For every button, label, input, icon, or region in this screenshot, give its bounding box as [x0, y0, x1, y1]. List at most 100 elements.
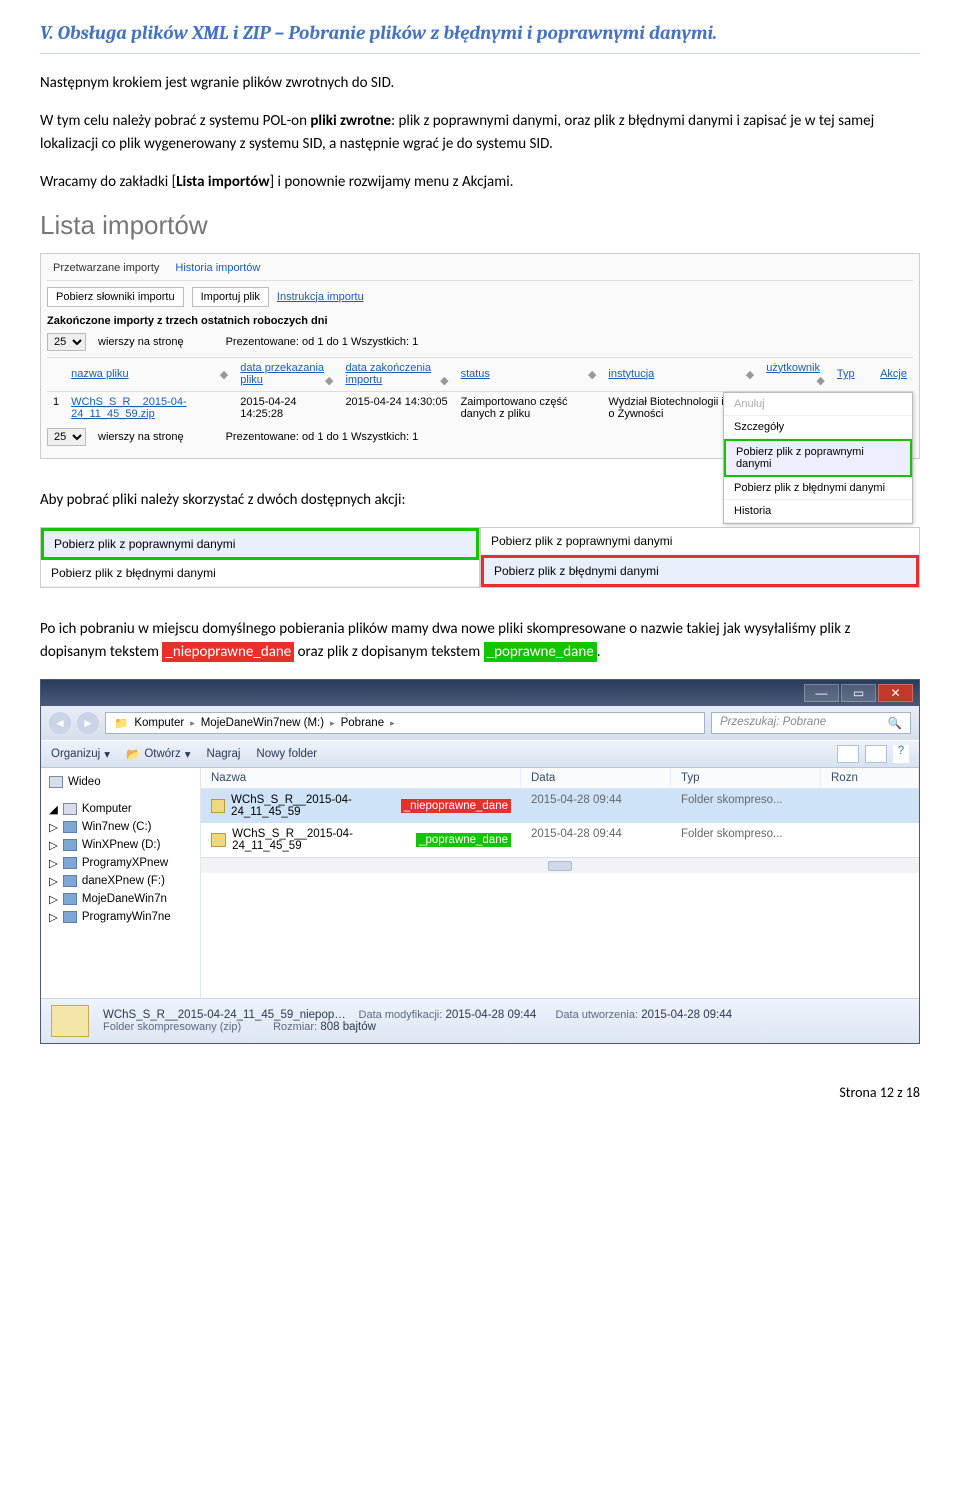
folder-icon: 📁: [114, 716, 128, 730]
col-date[interactable]: Data: [521, 768, 671, 788]
actions-right: Pobierz plik z poprawnymi danymi Pobierz…: [480, 527, 920, 588]
p5-b: _niepoprawne_dane: [162, 642, 294, 662]
horizontal-scrollbar[interactable]: [201, 857, 919, 873]
p5-c: oraz plik z dopisanym tekstem: [294, 643, 483, 661]
menu-pobierz-poprawne[interactable]: Pobierz plik z poprawnymi danymi: [724, 439, 912, 477]
tree-drive-0[interactable]: ▷Win7new (C:): [45, 818, 196, 836]
file-date-2: 2015-04-28 09:44: [521, 825, 671, 855]
status-filename: WChS_S_R__2015-04-24_11_45_59_niepop…: [103, 1009, 346, 1021]
tree-drive-3[interactable]: ▷daneXPnew (F:): [45, 872, 196, 890]
suffix-red: _niepoprawne_dane: [401, 799, 511, 813]
file-type-2: Folder skompreso...: [671, 825, 821, 855]
cell-date2: 2015-04-24 14:30:05: [339, 391, 454, 424]
presented-label-bottom: Prezentowane: od 1 do 1 Wszystkich: 1: [226, 431, 419, 443]
file-row-1[interactable]: WChS_S_R__2015-04-24_11_45_59_niepoprawn…: [201, 789, 919, 823]
tree-wideo[interactable]: Wideo: [45, 774, 196, 790]
row-idx: 1: [47, 391, 65, 424]
p1-text: Następnym krokiem jest wgranie plików zw…: [40, 74, 394, 92]
tree-drive-5[interactable]: ▷ProgramyWin7ne: [45, 908, 196, 926]
file-row-2[interactable]: WChS_S_R__2015-04-24_11_45_59_poprawne_d…: [201, 823, 919, 857]
maximize-button[interactable]: ▭: [841, 684, 876, 702]
imports-panel: Przetwarzane importy Historia importów P…: [40, 253, 920, 459]
action-poprawne-right[interactable]: Pobierz plik z poprawnymi danymi: [481, 528, 919, 555]
screenshot-two-actions: Pobierz plik z poprawnymi danymi Pobierz…: [40, 527, 920, 588]
tree-komputer[interactable]: ◢Komputer: [45, 800, 196, 818]
status-create-label: Data utworzenia:: [555, 1009, 638, 1021]
col-date2[interactable]: data zakończenia importu◆: [339, 357, 454, 391]
col-inst[interactable]: instytucja◆: [602, 357, 760, 391]
section-heading: V. Obsługa plików XML i ZIP – Pobranie p…: [40, 20, 920, 54]
paragraph-2: W tym celu należy pobrać z systemu POL-o…: [40, 110, 920, 155]
status-thumbnail-icon: [51, 1005, 89, 1037]
col-date1[interactable]: data przekazania pliku◆: [234, 357, 339, 391]
col-name[interactable]: Nazwa: [201, 768, 521, 788]
table-header-row: nazwa pliku◆ data przekazania pliku◆ dat…: [47, 357, 913, 391]
menu-szczegoly[interactable]: Szczegóły: [724, 416, 912, 439]
organize-button[interactable]: Organizuj ▾: [51, 747, 110, 761]
crumb-2[interactable]: MojeDaneWin7new (M:): [201, 717, 324, 729]
drive-icon: [63, 911, 77, 923]
col-name[interactable]: nazwa pliku◆: [65, 357, 234, 391]
import-instructions-link[interactable]: Instrukcja importu: [277, 291, 364, 303]
import-file-button[interactable]: Importuj plik: [192, 287, 269, 307]
tab-przetwarzane[interactable]: Przetwarzane importy: [53, 262, 159, 274]
toolbar: Pobierz słowniki importu Importuj plik I…: [47, 287, 913, 307]
nav-tree: Wideo ◢Komputer ▷Win7new (C:) ▷WinXPnew …: [41, 768, 201, 998]
col-actions: Akcje: [874, 357, 913, 391]
tree-drive-4[interactable]: ▷MojeDaneWin7n: [45, 890, 196, 908]
p5-d: _poprawne_dane: [484, 642, 597, 662]
action-bledne-left[interactable]: Pobierz plik z błędnymi danymi: [41, 560, 479, 587]
action-bledne-highlight-red[interactable]: Pobierz plik z błędnymi danymi: [481, 555, 919, 587]
search-input[interactable]: Przeszukaj: Pobrane 🔍: [711, 712, 911, 734]
tabs-bar: Przetwarzane importy Historia importów: [47, 260, 913, 281]
status-size-value: 808 bajtów: [320, 1021, 376, 1033]
close-button[interactable]: ✕: [878, 684, 913, 702]
command-bar: Organizuj ▾ 📂Otwórz ▾ Nagraj Nowy folder…: [41, 740, 919, 768]
preview-pane-button[interactable]: [865, 745, 887, 763]
video-icon: [49, 776, 63, 788]
col-type[interactable]: Typ: [671, 768, 821, 788]
drive-icon: [63, 821, 77, 833]
minimize-button[interactable]: —: [804, 684, 839, 702]
nav-back-button[interactable]: ◄: [49, 712, 71, 734]
scroll-thumb[interactable]: [548, 861, 572, 871]
tree-drive-2[interactable]: ▷ProgramyXPnew: [45, 854, 196, 872]
drive-icon: [63, 857, 77, 869]
tree-drive-1[interactable]: ▷WinXPnew (D:): [45, 836, 196, 854]
panel-title: Lista importów: [40, 210, 920, 241]
file-name-2: WChS_S_R__2015-04-24_11_45_59_poprawne_d…: [201, 825, 521, 855]
heading-text: V. Obsługa plików XML i ZIP – Pobranie p…: [40, 22, 717, 44]
status-mod-label: Data modyfikacji:: [359, 1009, 443, 1021]
cell-name[interactable]: WChS_S_R__2015-04-24_11_45_59.zip: [65, 391, 234, 424]
page-size-select-bottom[interactable]: 25: [47, 428, 86, 446]
open-button[interactable]: 📂Otwórz ▾: [126, 747, 191, 761]
new-folder-button[interactable]: Nowy folder: [256, 748, 317, 760]
actions-left: Pobierz plik z poprawnymi danymi Pobierz…: [40, 527, 480, 588]
menu-pobierz-bledne[interactable]: Pobierz plik z błędnymi danymi: [724, 477, 912, 500]
nav-forward-button[interactable]: ►: [77, 712, 99, 734]
actions-context-menu: Anuluj Szczegóły Pobierz plik z poprawny…: [723, 392, 913, 524]
drive-icon: [63, 893, 77, 905]
menu-historia[interactable]: Historia: [724, 500, 912, 523]
rows-per-page-label-bottom: wierszy na stronę: [98, 431, 184, 443]
paragraph-3: Wracamy do zakładki [Lista importów] i p…: [40, 171, 920, 194]
crumb-3[interactable]: Pobrane: [341, 717, 384, 729]
explorer-body: Wideo ◢Komputer ▷Win7new (C:) ▷WinXPnew …: [41, 768, 919, 998]
search-placeholder: Przeszukaj: Pobrane: [720, 716, 826, 728]
tab-historia[interactable]: Historia importów: [175, 262, 260, 274]
view-mode-button[interactable]: [837, 745, 859, 763]
action-poprawne-highlight-green[interactable]: Pobierz plik z poprawnymi danymi: [41, 528, 479, 560]
col-size[interactable]: Rozn: [821, 768, 919, 788]
breadcrumb[interactable]: 📁 Komputer▸ MojeDaneWin7new (M:)▸ Pobran…: [105, 712, 705, 734]
page-size-select[interactable]: 25: [47, 333, 86, 351]
p3-a: Wracamy do zakładki [: [40, 173, 176, 191]
view-buttons: ?: [837, 745, 909, 763]
menu-anuluj[interactable]: Anuluj: [724, 393, 912, 416]
download-dictionaries-button[interactable]: Pobierz słowniki importu: [47, 287, 184, 307]
burn-button[interactable]: Nagraj: [207, 748, 241, 760]
help-icon[interactable]: ?: [893, 745, 909, 763]
col-status[interactable]: status◆: [455, 357, 603, 391]
computer-icon: [63, 803, 77, 815]
crumb-1[interactable]: Komputer: [134, 717, 184, 729]
col-user[interactable]: użytkownik◆: [760, 357, 831, 391]
